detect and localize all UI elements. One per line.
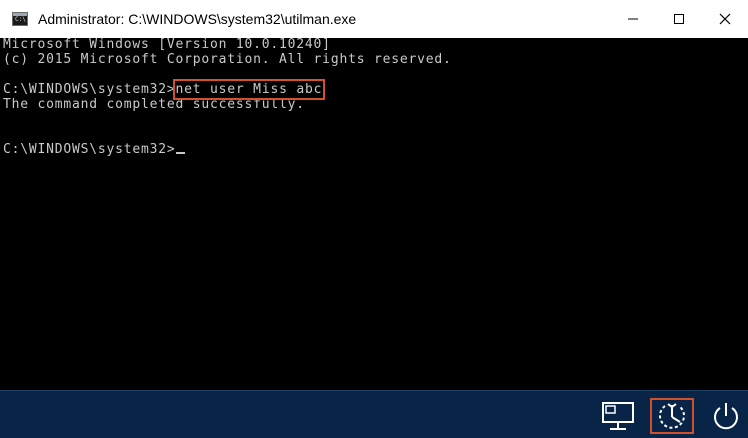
network-button[interactable] xyxy=(596,398,640,434)
prompt: C:\WINDOWS\system32> xyxy=(3,82,176,97)
command-prompt-window[interactable]: Administrator: C:\WINDOWS\system32\utilm… xyxy=(0,0,748,391)
title-bar[interactable]: Administrator: C:\WINDOWS\system32\utilm… xyxy=(0,0,748,38)
minimize-button[interactable] xyxy=(610,0,656,38)
network-icon xyxy=(602,402,634,430)
window-controls xyxy=(610,0,748,38)
maximize-button[interactable] xyxy=(656,0,702,38)
console-output[interactable]: Microsoft Windows [Version 10.0.10240] (… xyxy=(0,38,748,390)
ease-of-access-icon xyxy=(659,403,685,429)
close-button[interactable] xyxy=(702,0,748,38)
lock-screen-tray xyxy=(586,396,748,436)
console-line-current: C:\WINDOWS\system32> xyxy=(3,143,748,158)
text-cursor xyxy=(175,152,185,154)
prompt: C:\WINDOWS\system32> xyxy=(3,142,176,157)
close-icon xyxy=(719,13,731,25)
ease-of-access-button[interactable] xyxy=(650,398,694,434)
highlighted-command: net user Miss abc xyxy=(172,79,326,100)
power-icon xyxy=(714,403,738,430)
cmd-icon xyxy=(12,12,28,26)
console-line: Microsoft Windows [Version 10.0.10240] xyxy=(3,37,331,52)
console-line: The command completed successfully. xyxy=(3,97,305,112)
minimize-icon xyxy=(628,18,638,20)
window-title: Administrator: C:\WINDOWS\system32\utilm… xyxy=(38,11,357,27)
console-line: (c) 2015 Microsoft Corporation. All righ… xyxy=(3,52,452,67)
power-button[interactable] xyxy=(704,398,748,434)
maximize-icon xyxy=(674,14,684,24)
console-line-command: C:\WINDOWS\system32>net user Miss abc xyxy=(3,79,748,100)
